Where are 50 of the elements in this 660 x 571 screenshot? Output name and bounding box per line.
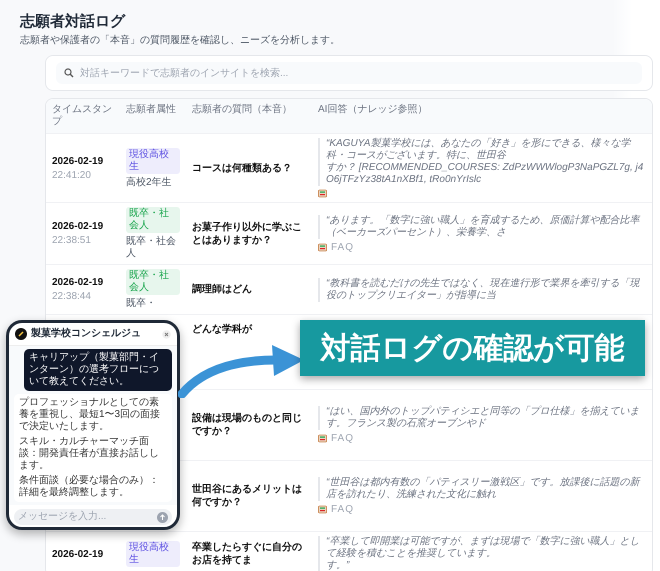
- answer-text: す。”: [326, 560, 350, 571]
- user-message: キャリアップ（製菓部門・インターン）の選考フローについて教えてください。: [24, 349, 172, 391]
- date-text: 2026-02-19: [52, 156, 104, 166]
- bot-message-text: プロフェッショナルとしての素養を重視し、最短1〜3回の面接で決定いたします。: [19, 397, 162, 433]
- date-text: 2026-02-19: [52, 221, 104, 232]
- attribute-tag: 既卒・社会人: [126, 269, 180, 295]
- answer-text: “卒業して即開業は可能ですが、まずは現場で「数字に強い職人」として経験を積むことを推奨しています。: [326, 536, 640, 559]
- send-icon[interactable]: [157, 512, 168, 522]
- attribute-text: 既卒・社会人: [126, 236, 177, 260]
- time-text: 22:41:20: [52, 170, 92, 180]
- close-icon[interactable]: [162, 330, 171, 338]
- answer-text: “あります。「数字に強い職人」を育成するため、原価計算や配合比率（ベーカーズパーセント）、栄養学、さ: [326, 214, 640, 238]
- source-label: FAQ: [331, 242, 354, 252]
- column-header: 志願者の質問（本音）: [186, 99, 312, 133]
- question-text: お菓子作り以外に学ぶことはありますか？: [192, 220, 303, 246]
- column-header: タイムスタンプ: [46, 99, 120, 133]
- question-text: 世田谷にあるメリットは何ですか？: [192, 483, 303, 509]
- date-text: 2026-02-19: [52, 548, 104, 560]
- attribute-tag: 現役高校生: [126, 148, 180, 174]
- time-text: 22:38:44: [52, 291, 92, 302]
- message-input[interactable]: メッセージを入力...: [14, 509, 172, 525]
- date-text: 2026-02-19: [52, 277, 104, 288]
- chat-title: 製菓学校コンシェルジュ: [31, 328, 142, 340]
- answer-text: “はい、国内外のトップパティシエと同等の「プロ仕様」を揃えています。フランス製の石窯オーブンやド: [326, 406, 640, 429]
- answer-text: “KAGUYA製菓学校には、あなたの「好き」を形にできる、様々な学科・コースがございます。特に、世田谷: [326, 138, 630, 161]
- bot-message-text: 条件面談（必要な場合のみ）：詳細を最終調整します。: [19, 475, 160, 499]
- search-icon: [64, 68, 74, 78]
- caption-banner: 対話ログの確認が可能: [300, 320, 645, 376]
- attribute-tag: 現役高校生: [126, 541, 180, 567]
- search-field[interactable]: 対話キーワードで志願者のインサイトを検索...: [56, 62, 642, 84]
- time-text: 22:38:51: [52, 235, 92, 246]
- attribute-text: 既卒・: [126, 298, 157, 310]
- question-text: 卒業したらすぐに自分のお店を持てま: [192, 541, 303, 567]
- attribute-tag: 既卒・社会人: [126, 207, 180, 233]
- question-text: コースは何種類ある？: [192, 162, 293, 174]
- page-title: 志願者対話ログ: [20, 12, 126, 32]
- avatar-icon: [15, 328, 27, 340]
- question-text: どんな学科が: [192, 323, 254, 336]
- answer-text: “世田谷は都内有数の「パティスリー激戦区」です。放課後に話題の新店を訪れたり、洗練された文化に触れ: [326, 477, 640, 500]
- question-text: 調理師はどん: [192, 283, 253, 296]
- column-header: AI回答（ナレッジ参照）: [312, 99, 652, 133]
- column-header: 志願者属性: [120, 99, 186, 133]
- attribute-text: 高校2年生: [126, 176, 173, 188]
- answer-text: すか？ [RECOMMENDED_COURSES: ZdPzWWWlogP3NaPGZL7g, j4O6jTFzYz38tA1nXBf1, tRo0nYrIslc: [326, 162, 644, 185]
- source-label: FAQ: [331, 504, 354, 515]
- bot-message-text: スキル・カルチャーマッチ面談：開発責任者が直接お話しします。: [19, 436, 160, 472]
- source-label: FAQ: [331, 433, 354, 444]
- question-text: 設備は現場のものと同じですか？: [192, 412, 303, 438]
- answer-text: “教科書を読むだけの先生ではなく、現在進行形で業界を牽引する「現役のトップクリエイター」が指導に当: [326, 278, 640, 300]
- page-subtitle: 志願者や保護者の「本音」の質問履歴を確認し、ニーズを分析します。: [20, 34, 341, 47]
